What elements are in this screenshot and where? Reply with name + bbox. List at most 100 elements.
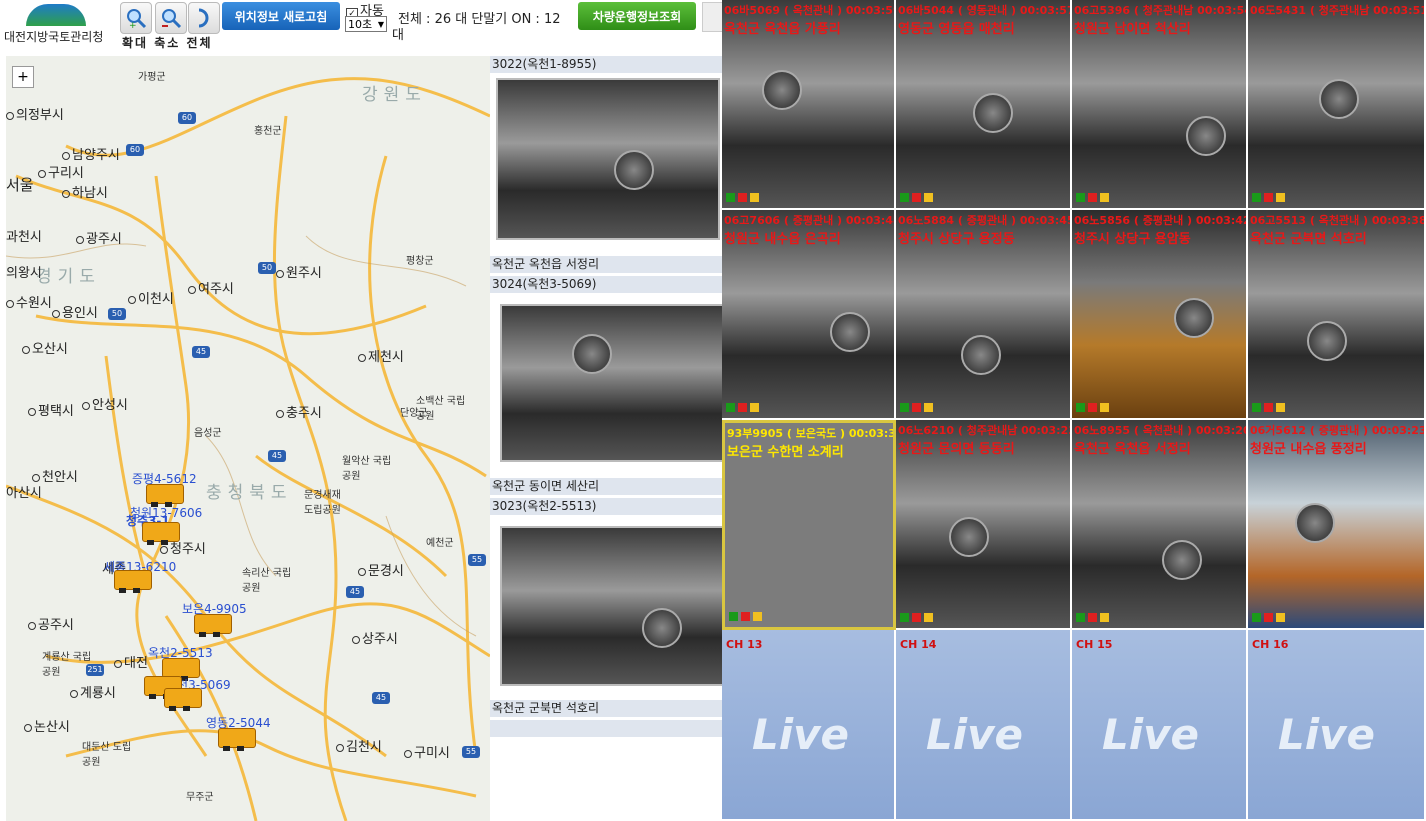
camera-feed[interactable]: 06노6210 ( 청주관내남 00:03:23 청원군 문의면 등동리 [896, 420, 1072, 630]
place-label: 계룡시 [70, 682, 116, 701]
vehicle-marker[interactable] [114, 570, 152, 593]
mirror-icon [830, 312, 870, 352]
live-channel[interactable]: CH 15 Live [1072, 630, 1248, 821]
park-label: 문경새재 도립공원 [304, 490, 341, 516]
mirror-icon [572, 334, 612, 374]
route-shield-icon: 55 [462, 746, 480, 758]
list-item-title[interactable]: 3022(옥천1-8955) [490, 56, 722, 73]
mirror-icon [1295, 503, 1335, 543]
run-icon [900, 193, 909, 202]
camera-thumbnail[interactable] [496, 78, 720, 240]
park-label: 대둔산 도립공원 [82, 742, 132, 768]
live-channel[interactable]: CH 13 Live [722, 630, 896, 821]
list-item-location: 옥천군 동이면 세산리 [490, 478, 722, 495]
refresh-location-button[interactable]: 위치정보 새로고침 [222, 2, 340, 30]
alert-icon [1276, 613, 1285, 622]
mirror-icon [1319, 79, 1359, 119]
record-icon [1264, 613, 1273, 622]
full-view-button[interactable] [188, 2, 220, 34]
live-placeholder: Live [926, 710, 1024, 759]
alert-icon [1100, 613, 1109, 622]
camera-location: 청원군 문의면 등동리 [898, 442, 1015, 457]
svg-text:+: + [129, 21, 137, 29]
camera-feed[interactable]: 06거5612 ( 증평관내 ) 00:03:23 청원군 내수읍 풍정리 [1248, 420, 1426, 630]
status-icons [1076, 613, 1109, 622]
camera-thumbnail[interactable] [500, 526, 724, 686]
route-shield-icon: 50 [108, 308, 126, 320]
region-label: 경기도 [36, 267, 101, 287]
vehicle-marker[interactable] [218, 728, 256, 751]
route-shield-icon: 50 [258, 262, 276, 274]
live-placeholder: Live [752, 710, 850, 759]
place-label: 의왕시 [6, 266, 42, 281]
route-shield-icon: 55 [468, 554, 486, 566]
camera-title: 06고5513 ( 옥천관내 ) 00:03:38 [1250, 214, 1426, 227]
mirror-icon [1174, 298, 1214, 338]
vehicle-info-button[interactable]: 차량운행정보조회 [578, 2, 696, 30]
map-zoom-in-button[interactable]: + [12, 66, 34, 88]
zoom-out-icon [162, 9, 182, 29]
camera-feed[interactable]: 06고5513 ( 옥천관내 ) 00:03:38 옥천군 군북면 석호리 [1248, 210, 1426, 420]
camera-title: 06바5044 ( 영동관내 ) 00:03:57 [898, 4, 1072, 17]
zoom-labels: 확대 축소 전체 [122, 36, 213, 50]
toolbar-overflow-button[interactable] [702, 2, 723, 32]
status-icons [1252, 193, 1285, 202]
place-label: 평창군 [406, 256, 434, 267]
place-label: 과천시 [6, 230, 42, 245]
mirror-icon [973, 93, 1013, 133]
region-label: 충청북도 [206, 483, 293, 503]
status-icons [1076, 193, 1109, 202]
camera-location: 청원군 내수읍 은곡리 [724, 232, 841, 247]
vehicle-marker[interactable] [194, 614, 232, 637]
toolbar: 대전지방국토관리청 + 확대 축소 전체 위치정보 새로고침 ✓ 자동 10초 ▼ … [0, 0, 723, 56]
camera-feed[interactable]: 06고7606 ( 증평관내 ) 00:03:48 청원군 내수읍 은곡리 [722, 210, 896, 420]
place-label: 제천시 [358, 346, 404, 365]
channel-label: CH 15 [1076, 638, 1113, 651]
vehicle-marker[interactable] [142, 522, 180, 545]
live-channel[interactable]: CH 16 Live [1248, 630, 1426, 821]
camera-feed[interactable]: 06도5431 ( 청주관내남 00:03:51 [1248, 0, 1426, 210]
camera-location: 청원군 남이면 척산리 [1074, 22, 1191, 37]
route-shield-icon: 45 [268, 450, 286, 462]
place-label: 여주시 [188, 278, 234, 297]
place-label: 무주군 [186, 792, 214, 803]
place-label: 상주시 [352, 628, 398, 647]
route-shield-icon: 60 [178, 112, 196, 124]
camera-feed[interactable]: 06바5044 ( 영동관내 ) 00:03:57 영동군 영동읍 매천리 [896, 0, 1072, 210]
place-label: 논산시 [24, 716, 70, 735]
place-label: 공주시 [28, 614, 74, 633]
alert-icon [750, 403, 759, 412]
alert-icon [1100, 193, 1109, 202]
run-icon [1252, 403, 1261, 412]
map-view[interactable]: + 강원도 경기도 충청북도 가평군 의정부시 남양주시 구리시 서울 하남시 … [6, 56, 490, 821]
interval-value: 10초 [348, 18, 373, 31]
camera-thumbnail[interactable] [500, 304, 724, 462]
list-item-location: 옥천군 옥천읍 서정리 [490, 256, 722, 273]
run-icon [900, 613, 909, 622]
vehicle-marker[interactable] [146, 484, 184, 507]
run-icon [1076, 613, 1085, 622]
zoom-in-button[interactable]: + [120, 2, 152, 34]
camera-feed[interactable]: 06노5856 ( 증평관내 ) 00:03:42 청주시 상당구 용암동 [1072, 210, 1248, 420]
place-label: 이천시 [128, 288, 174, 307]
camera-feed[interactable]: 06노5884 ( 증평관내 ) 00:03:45 청주시 상당구 용정동 [896, 210, 1072, 420]
camera-feed[interactable]: 93부9905 ( 보은국도 ) 00:03:32 보은군 수한면 소계리 [722, 420, 896, 630]
camera-title: 06노8955 ( 옥천관내 ) 00:03:20 [1074, 424, 1248, 437]
camera-location: 옥천군 군북면 석호리 [1250, 232, 1367, 247]
list-item-title[interactable]: 3024(옥천3-5069) [490, 276, 722, 293]
interval-select[interactable]: 10초 ▼ [345, 16, 387, 32]
live-channel[interactable]: CH 14 Live [896, 630, 1072, 821]
place-label: 하남시 [62, 182, 108, 201]
park-label: 소백산 국립공원 [416, 396, 466, 422]
camera-feed[interactable]: 06고5396 ( 청주관내남 00:03:54 청원군 남이면 척산리 [1072, 0, 1248, 210]
channel-label: CH 13 [726, 638, 763, 651]
camera-title: 06도5431 ( 청주관내남 00:03:51 [1250, 4, 1426, 17]
mirror-icon [1162, 540, 1202, 580]
camera-feed[interactable]: 06노8955 ( 옥천관내 ) 00:03:20 옥천군 옥천읍 서정리 [1072, 420, 1248, 630]
camera-feed[interactable]: 06바5069 ( 옥천관내 ) 00:03:59 옥천군 옥천읍 가풍리 [722, 0, 896, 210]
vehicle-marker[interactable] [162, 658, 200, 681]
mirror-icon [961, 335, 1001, 375]
list-item-title[interactable]: 3023(옥천2-5513) [490, 498, 722, 515]
zoom-out-button[interactable] [155, 2, 187, 34]
vehicle-marker[interactable] [164, 688, 202, 711]
